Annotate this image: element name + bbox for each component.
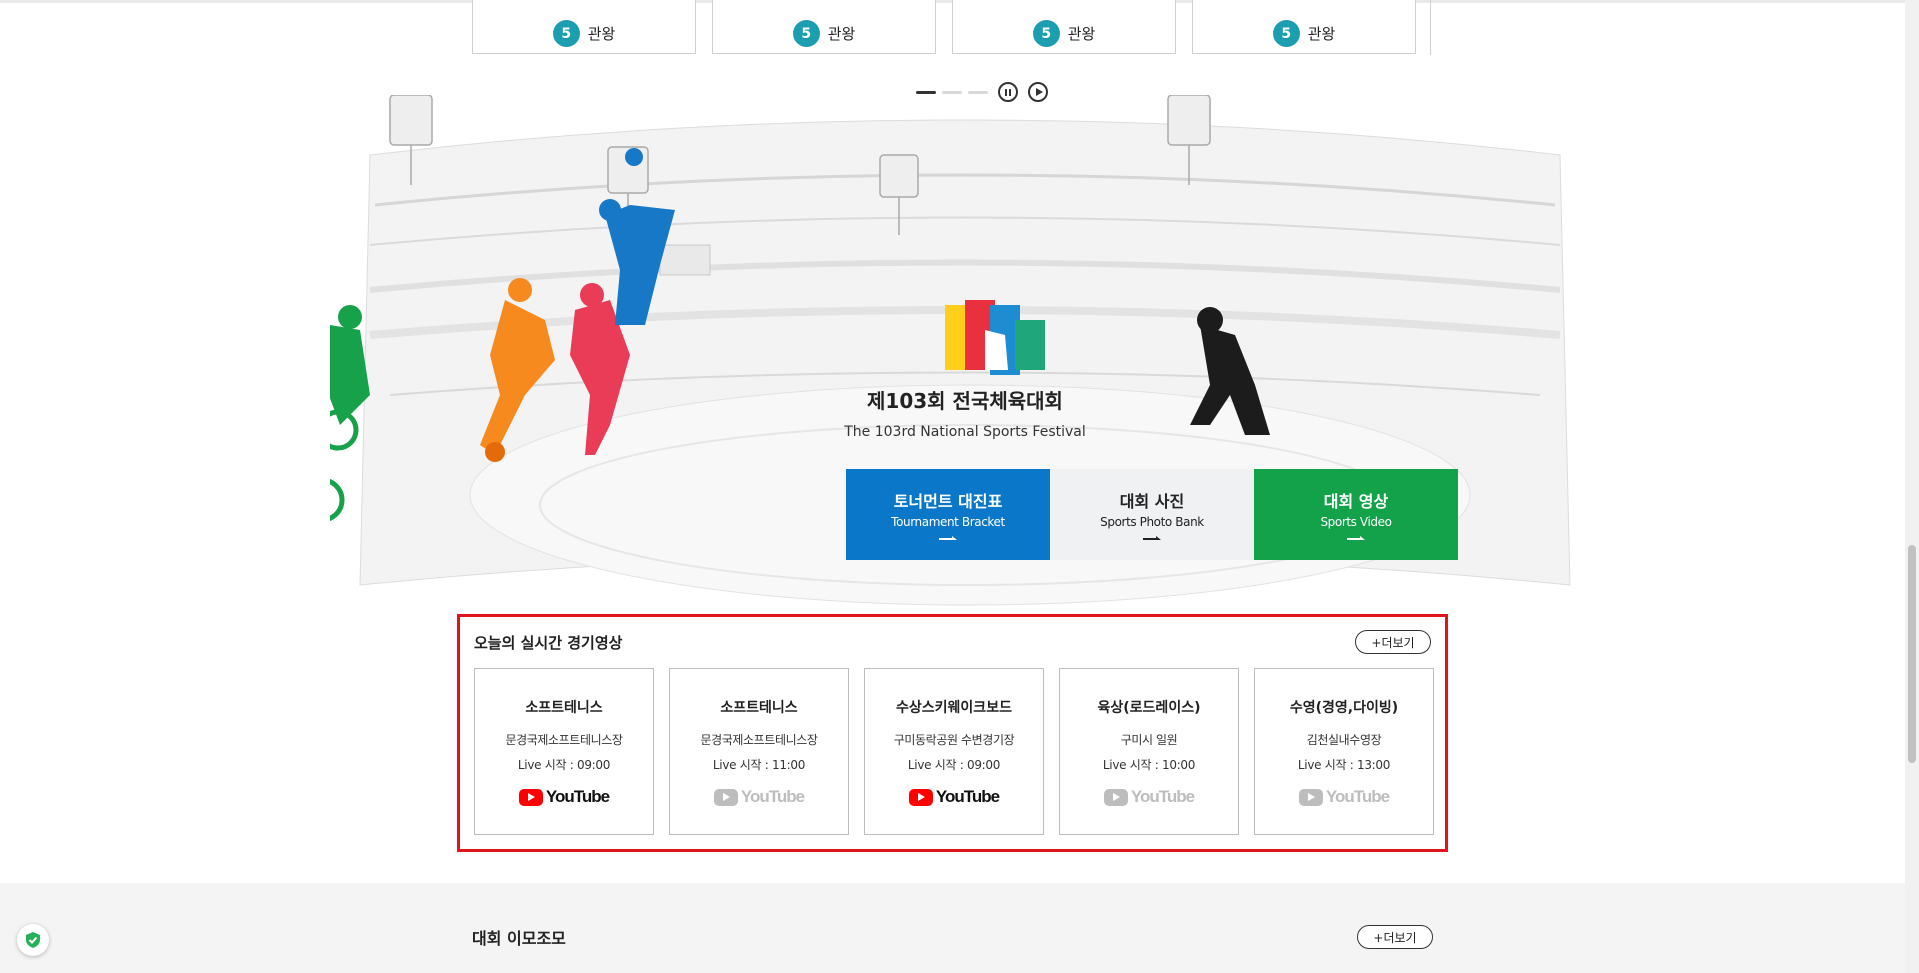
section-title: 오늘의 실시간 경기영상	[474, 634, 623, 652]
medal-card-row: 수영 5 관왕 수영 5 관왕 수영 5 관왕 수영 5 관왕	[472, 0, 1432, 55]
section-title: 대회 이모조모	[472, 929, 566, 948]
medal-label: 관왕	[1307, 25, 1336, 43]
venue: 구미시 일원	[1120, 733, 1178, 747]
start-time: Live 시작 : 13:00	[1297, 758, 1391, 772]
live-card[interactable]: 수상스키웨이크보드 구미동락공원 수변경기장 Live 시작 : 09:00 Y…	[864, 668, 1044, 835]
arrow-right-icon	[1347, 535, 1365, 541]
medal-count-badge: 5	[552, 20, 580, 47]
medal-card-sport: 수영	[953, 0, 1175, 4]
medal-card-sport: 수영	[713, 0, 935, 4]
hero-menu-tiles: 토너먼트 대진표 Tournament Bracket 대회 사진 Sports…	[846, 469, 1458, 560]
venue: 구미동락공원 수변경기장	[893, 733, 1015, 747]
sports-video-tile[interactable]: 대회 영상 Sports Video	[1254, 469, 1458, 560]
venue: 김천실내수영장	[1306, 733, 1382, 747]
card-divider	[1430, 0, 1431, 55]
live-video-section: 오늘의 실시간 경기영상 +더보기 소프트테니스 문경국제소프트테니스장 Liv…	[457, 614, 1448, 852]
scrollbar[interactable]	[1905, 0, 1919, 973]
start-time: Live 시작 : 10:00	[1102, 758, 1196, 772]
youtube-logo-icon[interactable]: YouTube	[518, 787, 610, 807]
shield-check-icon[interactable]	[17, 924, 49, 956]
medal-card[interactable]: 수영 5 관왕	[472, 0, 696, 54]
sport-name: 소프트테니스	[525, 700, 603, 716]
slider-dot[interactable]	[916, 90, 936, 94]
medal-card[interactable]: 수영 5 관왕	[1192, 0, 1416, 54]
arrow-right-icon	[1143, 535, 1161, 541]
medal-count-badge: 5	[1272, 20, 1300, 47]
sport-name: 수영(경영,다이빙)	[1289, 700, 1399, 716]
tile-subtitle: Tournament Bracket	[891, 515, 1005, 529]
venue: 문경국제소프트테니스장	[505, 733, 623, 747]
venue: 문경국제소프트테니스장	[700, 733, 818, 747]
tournament-bracket-tile[interactable]: 토너먼트 대진표 Tournament Bracket	[846, 469, 1050, 560]
medal-card-sport: 수영	[1193, 0, 1415, 4]
live-card[interactable]: 수영(경영,다이빙) 김천실내수영장 Live 시작 : 13:00 YouTu…	[1254, 668, 1434, 835]
photo-gallery-section: 대회 이모조모 +더보기	[0, 883, 1905, 973]
sport-name: 소프트테니스	[720, 700, 798, 716]
start-time: Live 시작 : 09:00	[517, 758, 611, 772]
medal-card-sport: 수영	[473, 0, 695, 4]
youtube-logo-icon[interactable]: YouTube	[908, 787, 1000, 807]
tile-subtitle: Sports Photo Bank	[1100, 515, 1204, 529]
sport-name: 육상(로드레이스)	[1097, 700, 1201, 716]
slider-dot[interactable]	[942, 90, 962, 94]
slider-dot[interactable]	[968, 90, 988, 94]
stadium-hero: 제103회 전국체육대회 The 103rd National Sports F…	[330, 95, 1600, 610]
photo-bank-tile[interactable]: 대회 사진 Sports Photo Bank	[1050, 469, 1254, 560]
tile-subtitle: Sports Video	[1320, 515, 1392, 529]
medal-label: 관왕	[1067, 25, 1096, 43]
sport-name: 수상스키웨이크보드	[896, 700, 1012, 716]
medal-card[interactable]: 수영 5 관왕	[952, 0, 1176, 54]
start-time: Live 시작 : 11:00	[712, 758, 806, 772]
youtube-logo-icon: YouTube	[1103, 787, 1195, 807]
medal-count-badge: 5	[1032, 20, 1060, 47]
tile-title: 대회 영상	[1323, 492, 1389, 511]
more-button[interactable]: +더보기	[1355, 630, 1431, 654]
live-card[interactable]: 소프트테니스 문경국제소프트테니스장 Live 시작 : 11:00 YouTu…	[669, 668, 849, 835]
live-card[interactable]: 육상(로드레이스) 구미시 일원 Live 시작 : 10:00 YouTube	[1059, 668, 1239, 835]
live-card-list: 소프트테니스 문경국제소프트테니스장 Live 시작 : 09:00 YouTu…	[474, 668, 1434, 835]
youtube-logo-icon: YouTube	[713, 787, 805, 807]
medal-count-badge: 5	[792, 20, 820, 47]
arrow-right-icon	[939, 535, 957, 541]
tile-title: 대회 사진	[1119, 492, 1185, 511]
more-button[interactable]: +더보기	[1357, 925, 1433, 949]
live-card[interactable]: 소프트테니스 문경국제소프트테니스장 Live 시작 : 09:00 YouTu…	[474, 668, 654, 835]
medal-label: 관왕	[587, 25, 616, 43]
scrollbar-thumb[interactable]	[1908, 545, 1916, 763]
medal-card[interactable]: 수영 5 관왕	[712, 0, 936, 54]
start-time: Live 시작 : 09:00	[907, 758, 1001, 772]
youtube-logo-icon: YouTube	[1298, 787, 1390, 807]
tile-title: 토너먼트 대진표	[893, 492, 1003, 511]
medal-label: 관왕	[827, 25, 856, 43]
